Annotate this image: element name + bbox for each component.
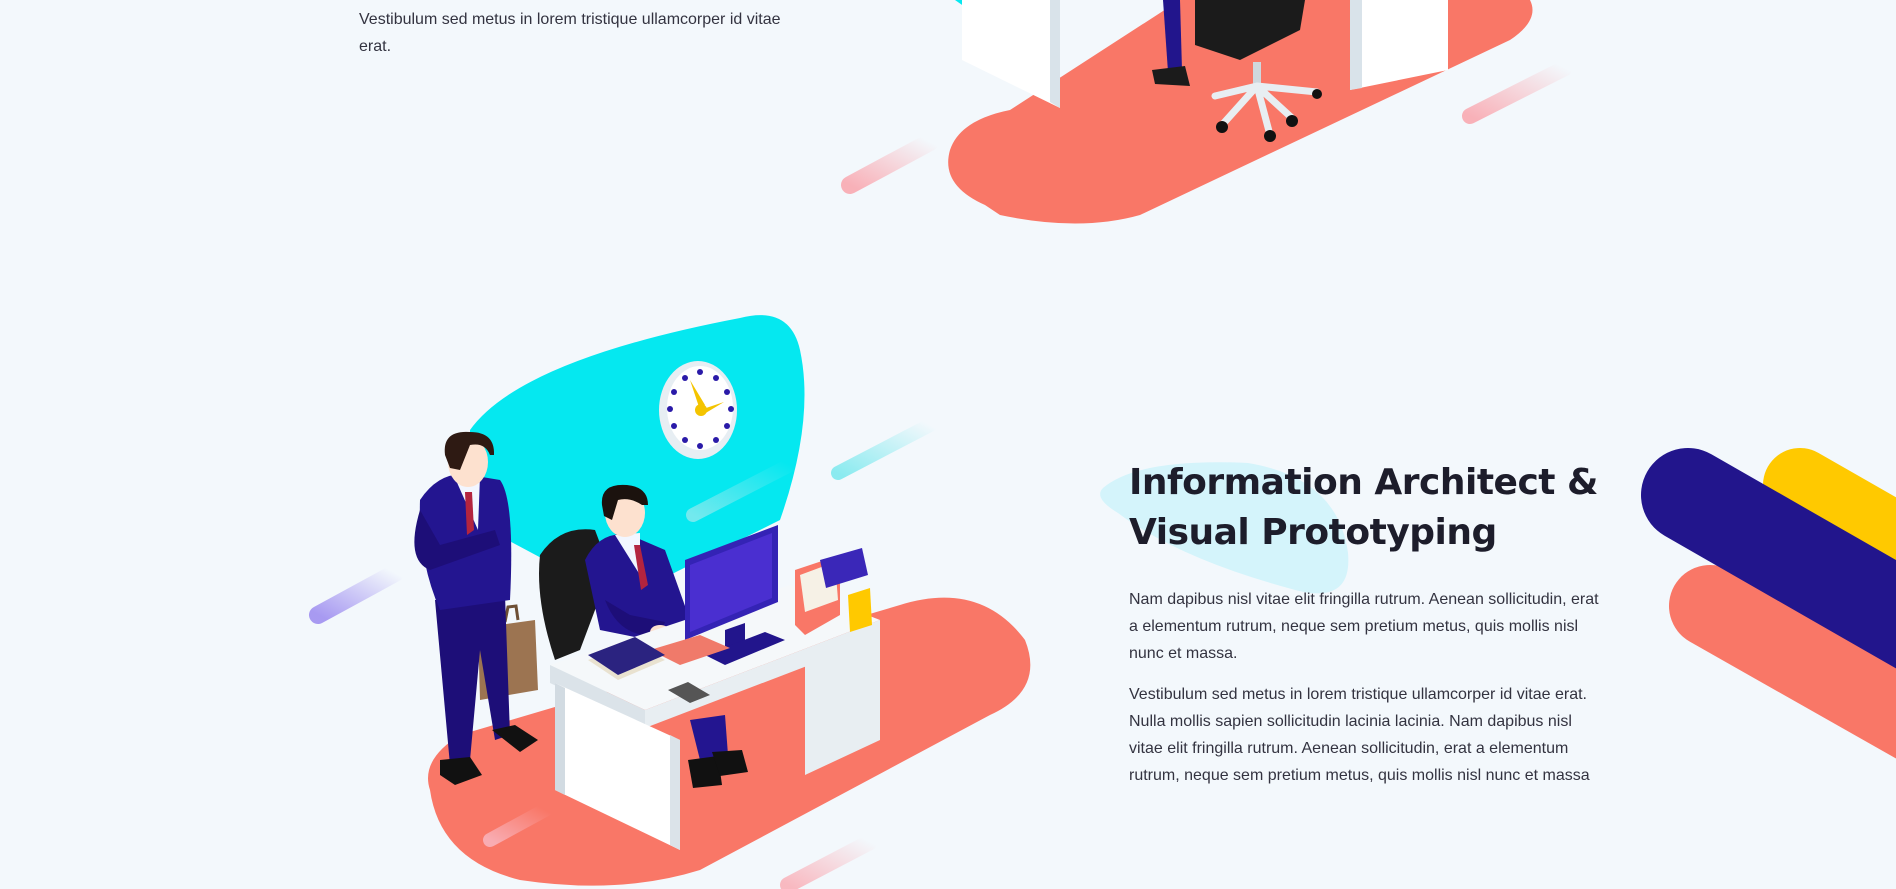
clock-icon (659, 361, 737, 459)
feature-title-line1: Information Architect & (1129, 462, 1598, 503)
feature-section: Information Architect & Visual Prototypi… (1129, 458, 1599, 803)
streak-purple (309, 564, 404, 624)
feature-title: Information Architect & Visual Prototypi… (1129, 458, 1599, 558)
streak-cyan (831, 418, 937, 480)
decorative-pills (1641, 448, 1896, 759)
feature-title-line2: Visual Prototyping (1129, 512, 1497, 553)
feature-paragraph-1: Nam dapibus nisl vitae elit fringilla ru… (1129, 591, 1599, 662)
feature-paragraph-2: Vestibulum sed metus in lorem tristique … (1129, 686, 1590, 784)
streak-pink (780, 834, 878, 889)
